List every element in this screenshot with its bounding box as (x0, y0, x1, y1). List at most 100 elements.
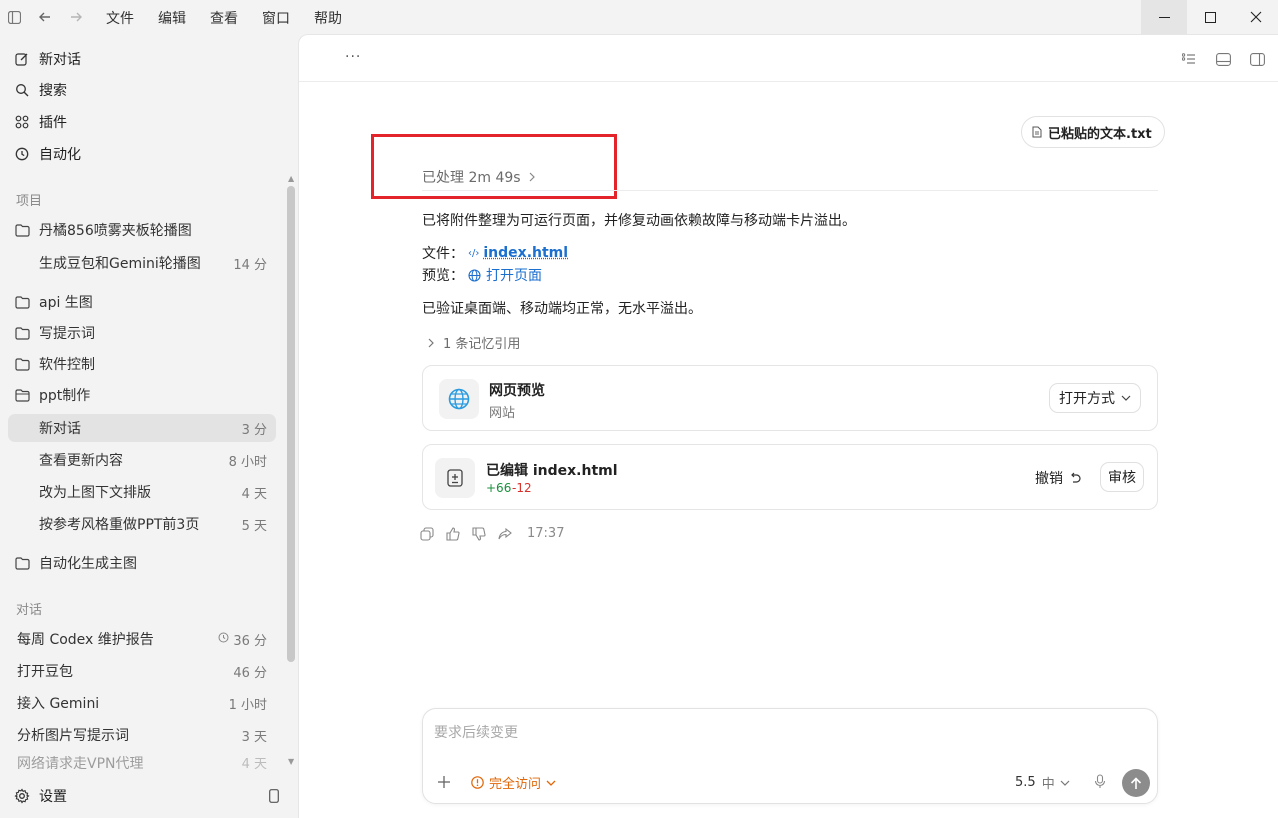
sidebar-plugins[interactable]: 插件 (14, 108, 67, 136)
preview-card-title: 网页预览 (489, 380, 545, 400)
file-link[interactable]: index.html (483, 245, 568, 261)
review-button[interactable]: 审核 (1100, 462, 1144, 492)
access-mode-button[interactable]: 完全访问 (471, 773, 556, 792)
preview-row: 预览： 打开页面 (422, 265, 542, 285)
file-label: 文件： (422, 243, 464, 263)
project-folder[interactable]: ppt制作 (14, 381, 90, 409)
project-chat-item[interactable]: 按参考风格重做PPT前3页 5 天 (8, 510, 276, 538)
composer: 要求后续变更 完全访问 5.5 中 (422, 708, 1158, 804)
chat-time: 4 天 (242, 483, 267, 502)
globe-icon (468, 269, 481, 282)
memory-reference-toggle[interactable]: 1 条记忆引用 (428, 333, 520, 352)
sidebar-automation[interactable]: 自动化 (14, 140, 81, 168)
file-row: 文件： ‹/› index.html (422, 243, 568, 263)
preview-link[interactable]: 打开页面 (486, 265, 542, 285)
project-folder[interactable]: api 生图 (14, 288, 93, 316)
chat-time: 8 小时 (229, 451, 267, 470)
back-arrow-icon[interactable] (37, 9, 53, 25)
conversation-label: 接入 Gemini (17, 693, 99, 713)
schedule-clock-icon (218, 632, 229, 647)
settings-button[interactable]: 设置 (14, 782, 67, 810)
chat-label: 查看更新内容 (39, 450, 123, 470)
sidebar-item-label: 搜索 (39, 80, 67, 100)
section-divider (422, 190, 1158, 191)
preview-card-subtitle: 网站 (489, 402, 515, 421)
conversation-item[interactable]: 每周 Codex 维护报告 36 分 (8, 625, 276, 653)
menu-help[interactable]: 帮助 (314, 8, 342, 28)
copy-icon[interactable] (420, 527, 434, 541)
conversation-item[interactable]: 网络请求走VPN代理 4 天 (8, 753, 276, 769)
more-options-button[interactable]: ··· (345, 49, 361, 65)
checklist-icon[interactable] (1181, 51, 1197, 67)
sidebar-new-chat[interactable]: 新对话 (14, 45, 81, 73)
undo-icon (1069, 472, 1081, 484)
project-chat-item[interactable]: 查看更新内容 8 小时 (8, 446, 276, 474)
edited-file-card[interactable]: 已编辑 index.html +66 -12 撤销 审核 (422, 444, 1158, 510)
folder-open-icon (14, 387, 30, 403)
microphone-icon[interactable] (1094, 774, 1106, 789)
project-folder[interactable]: 写提示词 (14, 319, 95, 347)
web-preview-card[interactable]: 网页预览 网站 打开方式 (422, 365, 1158, 431)
sidebar-search[interactable]: 搜索 (14, 76, 67, 104)
conversation-label: 网络请求走VPN代理 (17, 753, 144, 769)
edited-file-title: 已编辑 index.html (486, 460, 618, 480)
chevron-down-icon (1060, 780, 1070, 786)
conversation-item[interactable]: 分析图片写提示词 3 天 (8, 721, 276, 749)
sidebar-toggle-icon[interactable] (6, 9, 22, 25)
menu-view[interactable]: 查看 (210, 8, 238, 28)
folder-label: 软件控制 (39, 354, 95, 374)
project-chat-item[interactable]: 改为上图下文排版 4 天 (8, 478, 276, 506)
thumbs-up-icon[interactable] (446, 527, 460, 541)
add-attachment-icon[interactable] (437, 775, 451, 789)
project-chat-item-active[interactable]: 新对话 3 分 (8, 414, 276, 442)
menu-edit[interactable]: 编辑 (158, 8, 186, 28)
menu-file[interactable]: 文件 (106, 8, 134, 28)
side-panel-icon[interactable] (1249, 51, 1265, 67)
share-icon[interactable] (498, 527, 512, 541)
terminal-panel-icon[interactable] (1215, 51, 1231, 67)
sidebar-scrollbar[interactable] (287, 186, 295, 662)
maximize-button[interactable] (1187, 0, 1233, 34)
menu-window[interactable]: 窗口 (262, 8, 290, 28)
folder-label: 写提示词 (39, 323, 95, 343)
clock-icon (14, 146, 30, 162)
warning-icon (471, 776, 484, 789)
gear-icon (14, 788, 30, 804)
send-button[interactable] (1122, 769, 1150, 797)
conversation-item[interactable]: 打开豆包 46 分 (8, 657, 276, 685)
model-selector[interactable]: 5.5 中 (1015, 773, 1070, 792)
chat-time: 3 分 (242, 419, 267, 438)
globe-icon (439, 379, 479, 419)
conversation-time: 1 小时 (229, 694, 267, 713)
processed-toggle[interactable]: 已处理 2m 49s (422, 167, 535, 187)
chevron-down-icon (1121, 395, 1131, 401)
folder-icon (14, 294, 30, 310)
project-folder[interactable]: 丹橘856喷雾夹板轮播图 (14, 216, 192, 244)
folder-icon (14, 356, 30, 372)
project-folder[interactable]: 自动化生成主图 (14, 549, 137, 577)
composer-input[interactable]: 要求后续变更 (434, 722, 518, 742)
forward-arrow-icon[interactable] (68, 9, 84, 25)
preview-label: 预览： (422, 265, 464, 285)
thumbs-down-icon[interactable] (472, 527, 486, 541)
phone-icon[interactable] (269, 788, 279, 807)
project-folder[interactable]: 软件控制 (14, 350, 95, 378)
projects-heading: 项目 (16, 190, 42, 209)
sidebar-item-label: 新对话 (39, 49, 81, 69)
conversation-time: 4 天 (242, 753, 267, 769)
scroll-up-arrow-icon[interactable]: ▲ (288, 174, 294, 183)
settings-label: 设置 (39, 786, 67, 806)
undo-button[interactable]: 撤销 (1035, 468, 1081, 488)
close-button[interactable] (1233, 0, 1278, 34)
project-chat-item[interactable]: 生成豆包和Gemini轮播图 14 分 (8, 249, 276, 277)
lines-removed: -12 (512, 481, 532, 495)
minimize-button[interactable] (1141, 0, 1187, 34)
conversation-item[interactable]: 接入 Gemini 1 小时 (8, 689, 276, 717)
review-label: 审核 (1108, 467, 1136, 487)
chat-time: 14 分 (233, 254, 267, 273)
attachment-chip[interactable]: 已粘贴的文本.txt (1021, 116, 1165, 148)
open-with-button[interactable]: 打开方式 (1049, 383, 1141, 413)
summary-text: 已将附件整理为可运行页面，并修复动画依赖故障与移动端卡片溢出。 (422, 210, 856, 230)
sidebar: 新对话 搜索 插件 自动化 项目 丹橘856喷雾夹板轮播图 生成豆包和Gemin… (0, 34, 298, 818)
scroll-down-arrow-icon[interactable]: ▼ (288, 757, 294, 766)
